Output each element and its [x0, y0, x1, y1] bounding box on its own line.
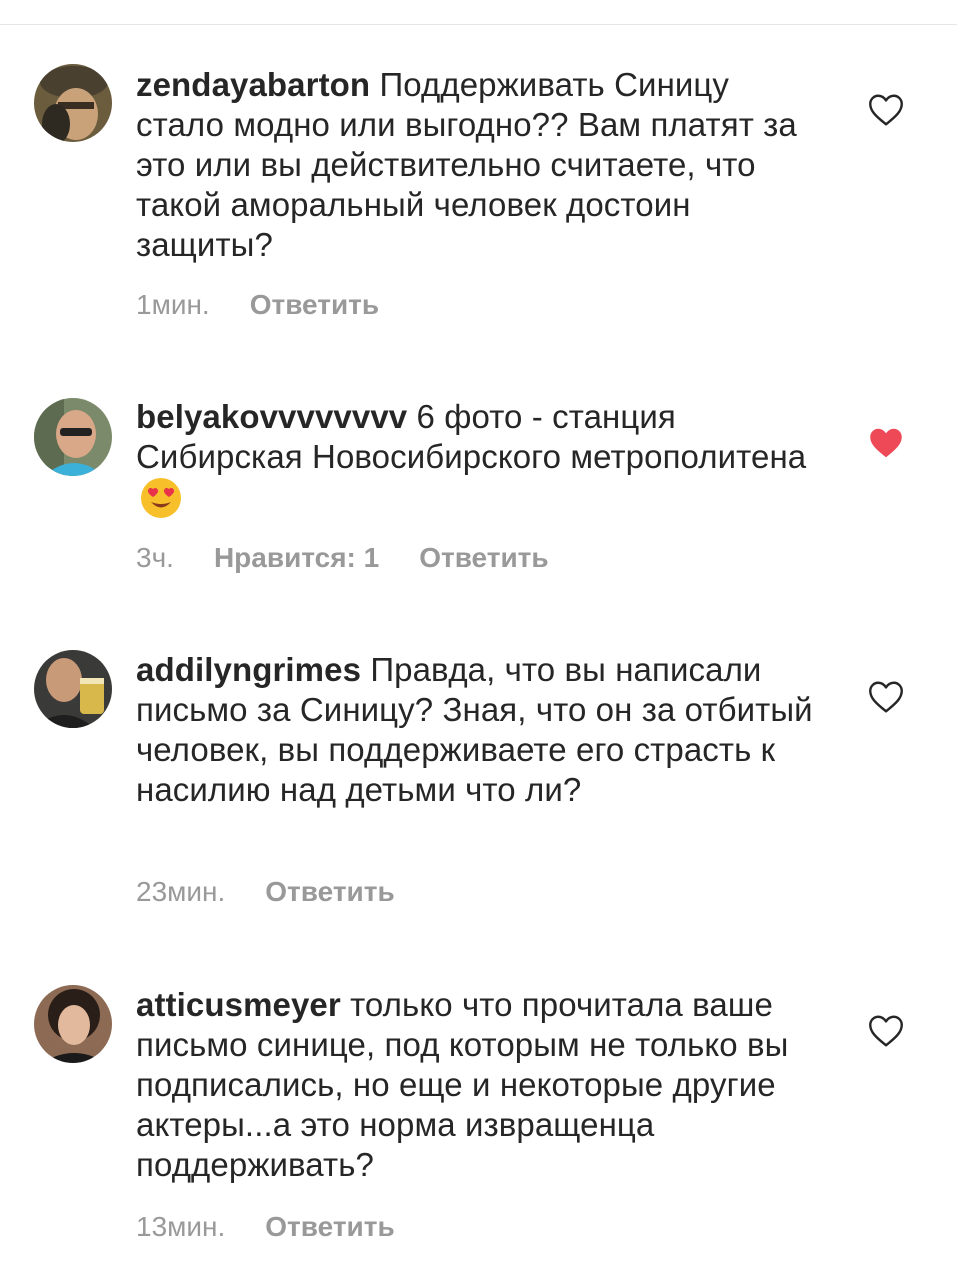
comment-username[interactable]: zendayabarton — [136, 66, 370, 103]
comment-time: 3ч. — [136, 542, 174, 573]
avatar[interactable] — [34, 398, 112, 476]
likes-count[interactable]: Нравится: 1 — [214, 541, 379, 575]
heart-outline-icon[interactable] — [868, 93, 904, 127]
reply-button[interactable]: Ответить — [419, 541, 548, 575]
top-divider — [0, 24, 957, 25]
reply-button[interactable]: Ответить — [265, 1210, 394, 1244]
avatar[interactable] — [34, 985, 112, 1063]
heart-eyes-emoji — [140, 477, 182, 519]
avatar[interactable] — [34, 650, 112, 728]
heart-outline-icon[interactable] — [868, 680, 904, 714]
comment-username[interactable]: belyakovvvvvvvv — [136, 398, 407, 435]
reply-button[interactable]: Ответить — [265, 875, 394, 909]
avatar[interactable] — [34, 64, 112, 142]
reply-button[interactable]: Ответить — [250, 288, 379, 322]
comment-time: 23мин. — [136, 876, 226, 907]
heart-outline-icon[interactable] — [868, 1014, 904, 1048]
heart-filled-icon[interactable] — [868, 426, 904, 460]
comment-time: 13мин. — [136, 1211, 226, 1242]
comment-time: 1мин. — [136, 289, 210, 320]
comment-username[interactable]: addilyngrimes — [136, 651, 361, 688]
comment-username[interactable]: atticusmeyer — [136, 986, 341, 1023]
